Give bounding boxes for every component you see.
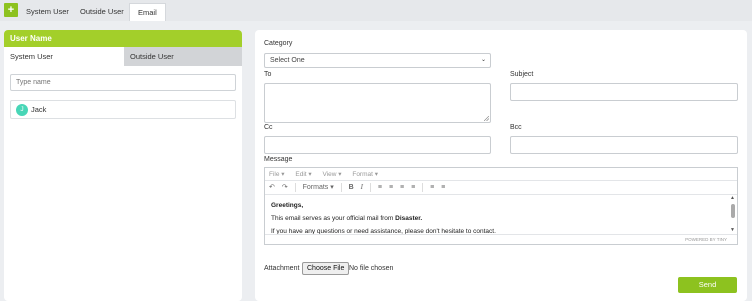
- toolbar-divider: [369, 182, 371, 192]
- redo-icon[interactable]: ↷: [282, 181, 288, 194]
- bold-icon[interactable]: B: [349, 181, 354, 194]
- add-tab-button[interactable]: +: [4, 3, 18, 17]
- menu-file[interactable]: File ▾: [269, 171, 285, 178]
- subtab-outside-user[interactable]: Outside User: [124, 47, 242, 66]
- menu-view-label: View: [322, 171, 337, 178]
- numbered-list-icon[interactable]: ≡: [441, 181, 445, 194]
- formats-label: Formats: [302, 184, 329, 191]
- category-label: Category: [264, 40, 293, 47]
- scroll-thumb[interactable]: [731, 204, 735, 218]
- editor-menubar: File ▾ Edit ▾ View ▾ Format ▾: [265, 168, 737, 181]
- powered-by-text: POWERED BY TINY: [685, 237, 727, 242]
- resize-handle-icon[interactable]: [484, 116, 489, 121]
- scroll-up-icon[interactable]: ▲: [730, 196, 735, 201]
- menu-edit[interactable]: Edit ▾: [295, 171, 311, 178]
- toolbar-divider: [294, 182, 296, 192]
- subject-input[interactable]: [510, 83, 738, 101]
- top-tab-bar: + System User Outside User Email: [0, 0, 752, 21]
- message-line-1-text: This email serves as your official mail …: [271, 215, 396, 222]
- user-name: Jack: [31, 105, 47, 114]
- company-name: Disaster.: [395, 215, 423, 222]
- toolbar-divider: [422, 182, 424, 192]
- choose-file-button[interactable]: Choose File: [302, 262, 350, 275]
- tab-email[interactable]: Email: [129, 3, 166, 21]
- menu-format-label: Format: [352, 171, 373, 178]
- align-justify-icon[interactable]: ≡: [411, 181, 415, 194]
- menu-edit-label: Edit: [295, 171, 307, 178]
- user-panel: User Name System User Outside User J Jac…: [4, 30, 242, 301]
- to-label: To: [264, 71, 272, 78]
- to-textarea[interactable]: [264, 83, 491, 123]
- file-status-text: No file chosen: [349, 265, 394, 272]
- user-list-item[interactable]: J Jack: [10, 100, 236, 119]
- user-type-tabs: System User Outside User: [4, 47, 242, 66]
- message-editor: File ▾ Edit ▾ View ▾ Format ▾ ↶ ↷ Format…: [264, 167, 738, 245]
- greeting-text: Greetings,: [271, 202, 304, 209]
- align-right-icon[interactable]: ≡: [400, 181, 404, 194]
- editor-toolbar: ↶ ↷ Formats ▾ B I ≡ ≡ ≡ ≡ ≡ ≡: [265, 181, 737, 195]
- tab-system-user[interactable]: System User: [26, 3, 69, 21]
- editor-statusbar: POWERED BY TINY: [265, 234, 737, 244]
- align-left-icon[interactable]: ≡: [378, 181, 382, 194]
- name-search-input[interactable]: [10, 74, 236, 91]
- tab-outside-user[interactable]: Outside User: [80, 3, 124, 21]
- bcc-input[interactable]: [510, 136, 738, 154]
- email-form: Category Select One ⌄ To Subject Cc Bcc …: [255, 30, 747, 301]
- menu-file-label: File: [269, 171, 280, 178]
- italic-icon[interactable]: I: [361, 181, 363, 194]
- menu-format[interactable]: Format ▾: [352, 171, 378, 178]
- message-label: Message: [264, 156, 293, 163]
- menu-view[interactable]: View ▾: [322, 171, 341, 178]
- bcc-label: Bcc: [510, 124, 522, 131]
- category-select[interactable]: Select One ⌄: [264, 53, 491, 68]
- chevron-down-icon: ⌄: [480, 57, 486, 63]
- message-line-1: This email serves as your official mail …: [271, 212, 731, 225]
- undo-icon[interactable]: ↶: [269, 181, 275, 194]
- scroll-down-icon[interactable]: ▼: [730, 228, 735, 233]
- user-panel-header: User Name: [4, 30, 242, 47]
- subtab-system-user[interactable]: System User: [4, 47, 124, 66]
- editor-scrollbar[interactable]: ▲ ▼: [730, 196, 736, 233]
- bullet-list-icon[interactable]: ≡: [430, 181, 434, 194]
- cc-input[interactable]: [264, 136, 491, 154]
- formats-dropdown[interactable]: Formats ▾: [303, 181, 334, 194]
- avatar: J: [16, 104, 28, 116]
- attachment-label: Attachment: [264, 265, 300, 272]
- cc-label: Cc: [264, 124, 273, 131]
- toolbar-divider: [340, 182, 342, 192]
- subject-label: Subject: [510, 71, 534, 78]
- send-button[interactable]: Send: [678, 277, 737, 293]
- editor-content[interactable]: Greetings, This email serves as your off…: [265, 195, 737, 235]
- align-center-icon[interactable]: ≡: [389, 181, 393, 194]
- category-selected-value: Select One: [270, 57, 305, 64]
